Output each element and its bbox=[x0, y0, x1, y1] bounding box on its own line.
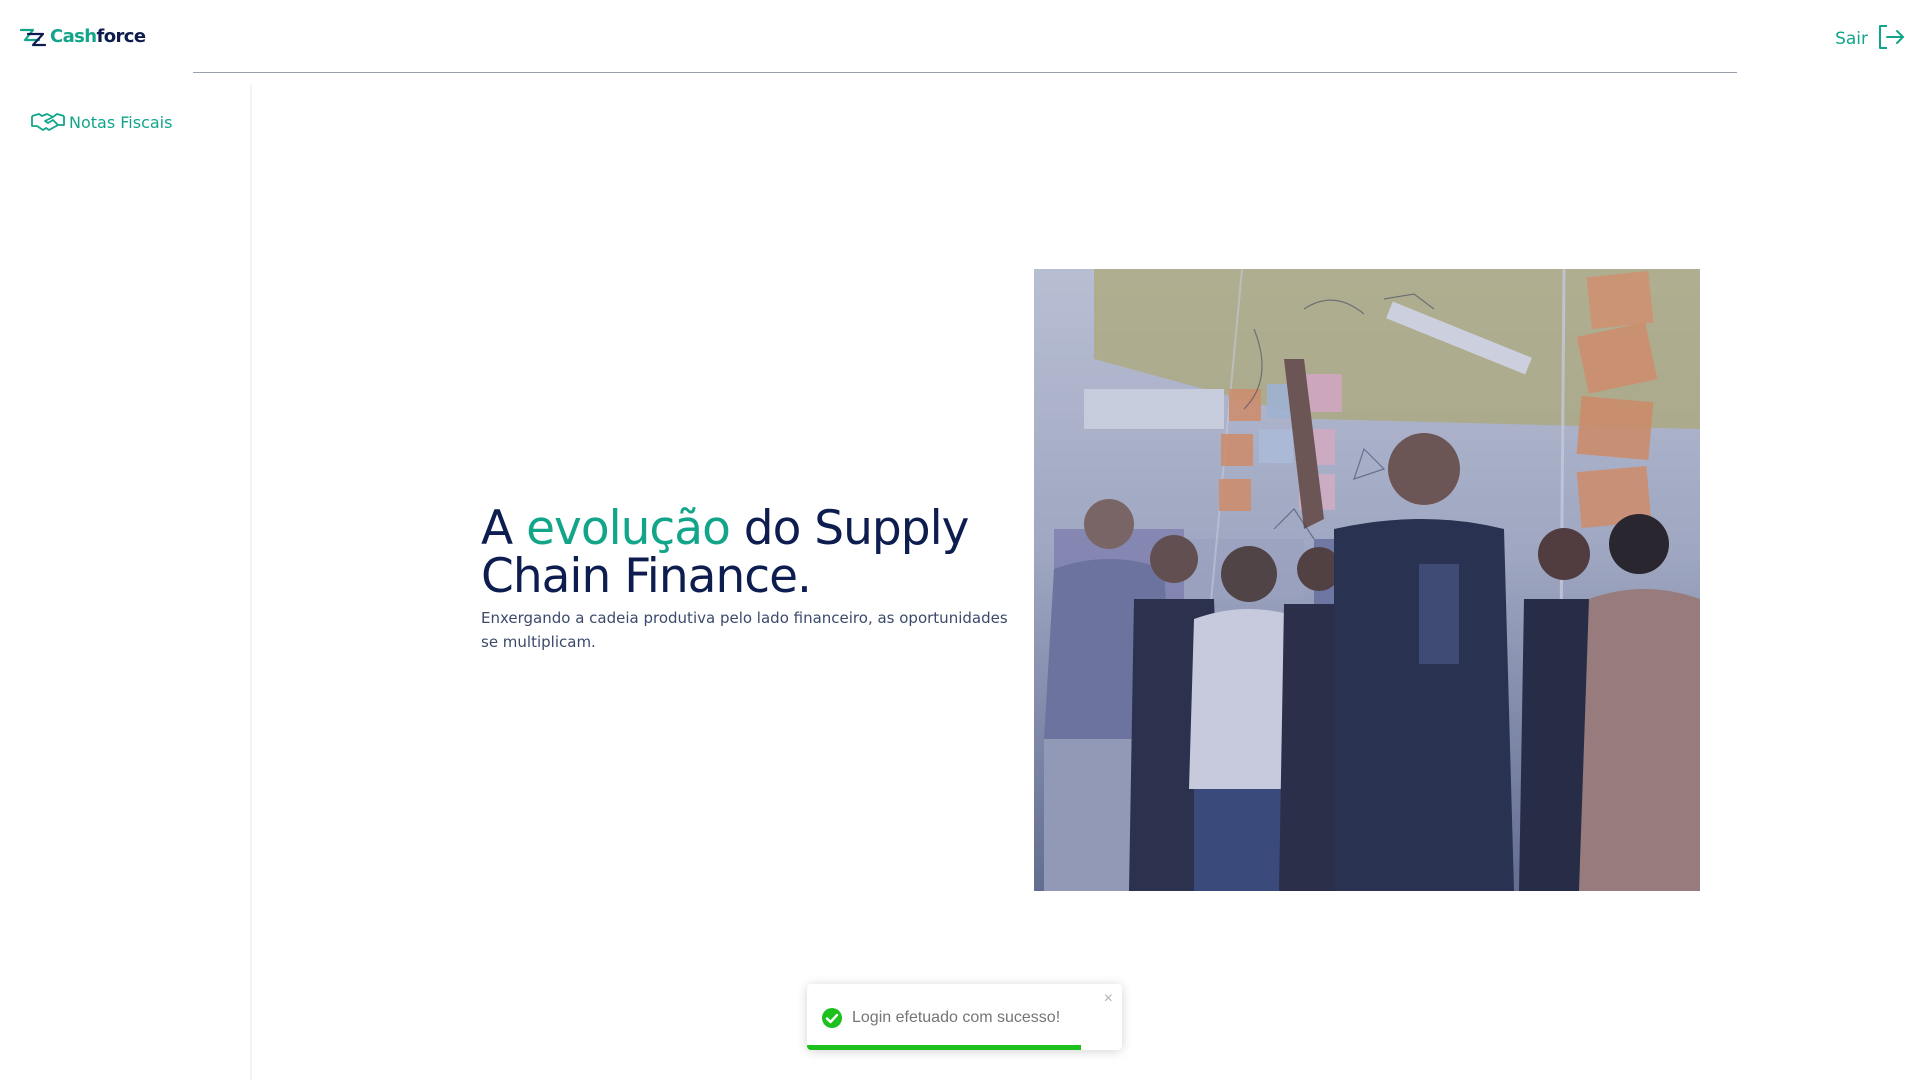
header-divider bbox=[193, 72, 1737, 73]
hero-subtitle: Enxergando a cadeia produtiva pelo lado … bbox=[481, 609, 1008, 651]
sidebar-item-notas-fiscais[interactable]: Notas Fiscais bbox=[31, 111, 172, 135]
hero-title-accent: evolução bbox=[526, 501, 731, 556]
check-circle-icon bbox=[821, 1007, 843, 1029]
sidebar: Notas Fiscais bbox=[0, 84, 252, 1080]
logo-text-cash: Cash bbox=[50, 26, 97, 47]
logout-button[interactable]: Sair bbox=[1835, 24, 1905, 54]
toast-message: Login efetuado com sucesso! bbox=[852, 1009, 1061, 1026]
logo-mark-icon bbox=[19, 26, 47, 48]
logout-label: Sair bbox=[1835, 29, 1868, 49]
cashforce-logo[interactable]: Cashforce bbox=[19, 24, 147, 50]
handshake-icon bbox=[31, 111, 65, 135]
logo-text: Cashforce bbox=[50, 24, 147, 50]
hero-title: A evolução do Supply Chain Finance. bbox=[481, 505, 1026, 601]
sidebar-item-label: Notas Fiscais bbox=[69, 113, 173, 132]
team-photo bbox=[1034, 269, 1700, 891]
logo-text-force: force bbox=[96, 26, 147, 47]
hero-title-prefix: A bbox=[481, 501, 527, 556]
top-header: Cashforce Sair bbox=[0, 0, 1920, 72]
toast-close-button[interactable]: × bbox=[1104, 990, 1113, 1008]
toast-progress-bar bbox=[807, 1045, 1082, 1050]
hero-section: A evolução do Supply Chain Finance. Enxe… bbox=[481, 505, 1026, 654]
toast-notification: Login efetuado com sucesso! × bbox=[807, 984, 1122, 1050]
logout-icon bbox=[1877, 24, 1905, 54]
